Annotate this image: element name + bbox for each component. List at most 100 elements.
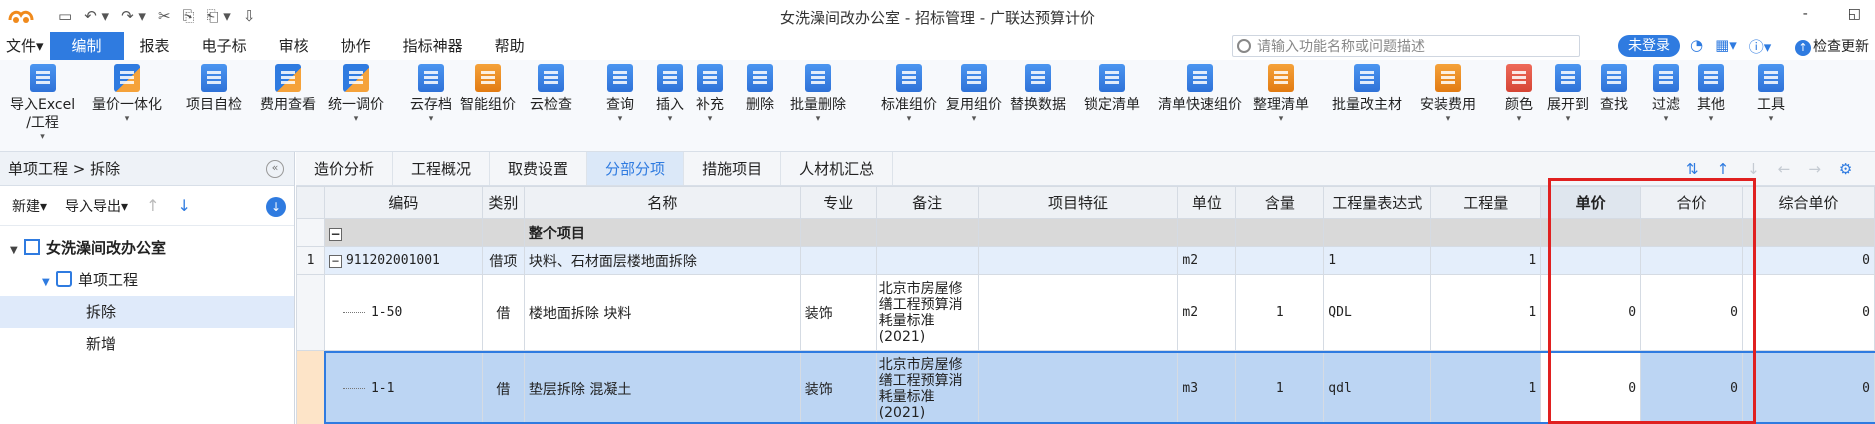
collapse-icon[interactable]: − xyxy=(328,227,342,241)
ribbon-button-21[interactable]: 颜色 ▾ xyxy=(1505,64,1533,124)
ribbon-button-7[interactable]: 云检查 xyxy=(530,64,572,114)
ribbon-button-6[interactable]: 智能组价 xyxy=(460,64,516,114)
quota-unit[interactable]: m3 xyxy=(1177,350,1237,424)
quota-expr[interactable]: QDL xyxy=(1323,274,1432,351)
ribbon-button-22[interactable]: 展开到 ▾ xyxy=(1547,64,1589,124)
support-icon[interactable]: ◔ xyxy=(1690,36,1703,57)
col-total-header[interactable]: 合价 xyxy=(1640,186,1743,219)
redo-icon[interactable]: ↷ ▾ xyxy=(121,7,146,25)
move-up-icon[interactable]: ↑ xyxy=(146,196,159,215)
quota-code-cell[interactable]: 1-50 xyxy=(323,274,483,351)
download-icon[interactable]: ↓ xyxy=(266,197,286,217)
dropdown-caret-icon[interactable]: ▾ xyxy=(328,114,384,124)
move-down-icon[interactable]: ↓ xyxy=(1747,160,1760,178)
apps-grid-icon[interactable]: ▦▾ xyxy=(1715,36,1737,57)
ribbon-button-5[interactable]: 云存档 ▾ xyxy=(410,64,452,124)
ribbon-button-16[interactable]: 锁定清单 xyxy=(1084,64,1140,114)
ribbon-button-8[interactable]: 查询 ▾ xyxy=(606,64,634,124)
col-code-header[interactable]: 编码 xyxy=(323,186,483,219)
dropdown-caret-icon[interactable]: ▾ xyxy=(696,114,724,124)
ribbon-button-24[interactable]: 过滤 ▾ xyxy=(1652,64,1680,124)
move-up-icon[interactable]: ↑ xyxy=(1717,160,1730,178)
menu-file[interactable]: 文件▾ xyxy=(0,32,50,60)
bill-unit[interactable]: m2 xyxy=(1177,246,1237,275)
quota-note[interactable]: 北京市房屋修缮工程预算消耗量标准(2021) xyxy=(875,274,979,351)
col-type-header[interactable]: 类别 xyxy=(481,186,525,219)
col-qty-header[interactable]: 工程量 xyxy=(1430,186,1542,219)
tree-item-addition[interactable]: 新增 xyxy=(0,328,294,360)
ribbon-button-15[interactable]: 替换数据 xyxy=(1010,64,1066,114)
quota-name[interactable]: 垫层拆除 混凝土 xyxy=(523,350,801,424)
tab-fee-settings[interactable]: 取费设置 xyxy=(490,152,588,185)
dropdown-caret-icon[interactable]: ▾ xyxy=(1757,114,1785,124)
quota-unit[interactable]: m2 xyxy=(1177,274,1237,351)
quota-qty[interactable]: 1 xyxy=(1430,350,1542,424)
col-unit-header[interactable]: 单位 xyxy=(1177,186,1237,219)
undo-icon[interactable]: ↶ ▾ xyxy=(84,7,109,25)
menu-e-bid[interactable]: 电子标 xyxy=(186,32,263,60)
tab-measures[interactable]: 措施项目 xyxy=(684,152,782,185)
quota-code-cell[interactable]: 1-1 xyxy=(323,350,483,424)
function-search-input[interactable]: 请输入功能名称或问题描述 xyxy=(1232,35,1580,57)
dropdown-caret-icon[interactable]: ▾ xyxy=(1253,114,1309,124)
quota-content[interactable]: 1 xyxy=(1235,350,1325,424)
dropdown-caret-icon[interactable]: ▾ xyxy=(1420,114,1476,124)
quota-unit-price-focused[interactable]: 0 xyxy=(1540,350,1642,424)
tree-item-project[interactable]: ▼ 女洗澡间改办公室 xyxy=(0,232,294,264)
info-icon[interactable]: ⓘ▾ xyxy=(1749,36,1772,57)
dropdown-caret-icon[interactable]: ▾ xyxy=(946,114,1002,124)
tab-project-overview[interactable]: 工程概况 xyxy=(393,152,491,185)
ribbon-button-25[interactable]: 其他 ▾ xyxy=(1697,64,1725,124)
tab-cost-analysis[interactable]: 造价分析 xyxy=(296,152,394,185)
quota-specialty[interactable]: 装饰 xyxy=(799,274,877,351)
dropdown-caret-icon[interactable]: ▾ xyxy=(10,132,75,142)
ribbon-button-18[interactable]: 整理清单 ▾ xyxy=(1253,64,1309,124)
quota-unit-price[interactable]: 0 xyxy=(1540,274,1642,351)
col-content-header[interactable]: 含量 xyxy=(1235,186,1325,219)
move-down-icon[interactable]: ↓ xyxy=(177,196,190,215)
dropdown-caret-icon[interactable]: ▾ xyxy=(881,114,937,124)
bill-name[interactable]: 块料、石材面层楼地面拆除 xyxy=(523,246,801,275)
minimize-button[interactable]: - xyxy=(1803,6,1808,22)
ribbon-button-10[interactable]: 补充 ▾ xyxy=(696,64,724,124)
tree-item-single-project[interactable]: ▼ 单项工程 xyxy=(0,264,294,296)
quota-specialty[interactable]: 装饰 xyxy=(799,350,877,424)
quota-row-selected[interactable]: 1-1 借 垫层拆除 混凝土 装饰 北京市房屋修缮工程预算消耗量标准(2021)… xyxy=(296,350,1875,424)
ribbon-button-9[interactable]: 插入 ▾ xyxy=(656,64,684,124)
menu-collaborate[interactable]: 协作 xyxy=(325,32,387,60)
tree-item-demolition[interactable]: 拆除 xyxy=(0,296,294,328)
ribbon-button-4[interactable]: 统一调价 ▾ xyxy=(328,64,384,124)
bill-unit-price[interactable] xyxy=(1540,246,1642,275)
ribbon-button-23[interactable]: 查找 xyxy=(1600,64,1628,114)
group-row[interactable]: − 整个项目 xyxy=(296,218,1875,247)
menu-review[interactable]: 审核 xyxy=(263,32,325,60)
col-expr-header[interactable]: 工程量表达式 xyxy=(1323,186,1432,219)
quota-name[interactable]: 楼地面拆除 块料 xyxy=(523,274,801,351)
expand-triangle-icon[interactable]: ▼ xyxy=(10,235,24,267)
ribbon-button-3[interactable]: 费用查看 xyxy=(260,64,316,114)
quota-note[interactable]: 北京市房屋修缮工程预算消耗量标准(2021) xyxy=(875,350,979,424)
col-note-header[interactable]: 备注 xyxy=(875,186,979,219)
menu-help[interactable]: 帮助 xyxy=(479,32,541,60)
settings-icon[interactable]: ⚙ xyxy=(1839,160,1852,178)
bill-code-cell[interactable]: −911202001001 xyxy=(323,246,483,275)
save-icon[interactable]: ▭ xyxy=(58,7,72,25)
col-name-header[interactable]: 名称 xyxy=(523,186,801,219)
menu-edit[interactable]: 编制 xyxy=(49,32,124,60)
ribbon-button-14[interactable]: 复用组价 ▾ xyxy=(946,64,1002,124)
dropdown-caret-icon[interactable]: ▾ xyxy=(1652,114,1680,124)
dropdown-caret-icon[interactable]: ▾ xyxy=(606,114,634,124)
ribbon-button-2[interactable]: 项目自检 xyxy=(186,64,242,114)
dropdown-caret-icon[interactable]: ▾ xyxy=(92,114,162,124)
collapse-panel-icon[interactable]: « xyxy=(266,160,284,178)
new-button[interactable]: 新建▾ xyxy=(12,196,47,216)
ribbon-button-1[interactable]: 量价一体化 ▾ xyxy=(92,64,162,124)
dropdown-caret-icon[interactable]: ▾ xyxy=(1547,114,1589,124)
ribbon-button-12[interactable]: 批量删除 ▾ xyxy=(790,64,846,124)
quota-content[interactable]: 1 xyxy=(1235,274,1325,351)
import-export-button[interactable]: 导入导出▾ xyxy=(65,196,128,216)
menu-index-tool[interactable]: 指标神器 xyxy=(387,32,479,60)
quota-row[interactable]: 1-50 借 楼地面拆除 块料 装饰 北京市房屋修缮工程预算消耗量标准(2021… xyxy=(296,274,1875,351)
check-update-button[interactable]: ↑ 检查更新 xyxy=(1795,36,1869,56)
ribbon-button-11[interactable]: 删除 xyxy=(746,64,774,114)
